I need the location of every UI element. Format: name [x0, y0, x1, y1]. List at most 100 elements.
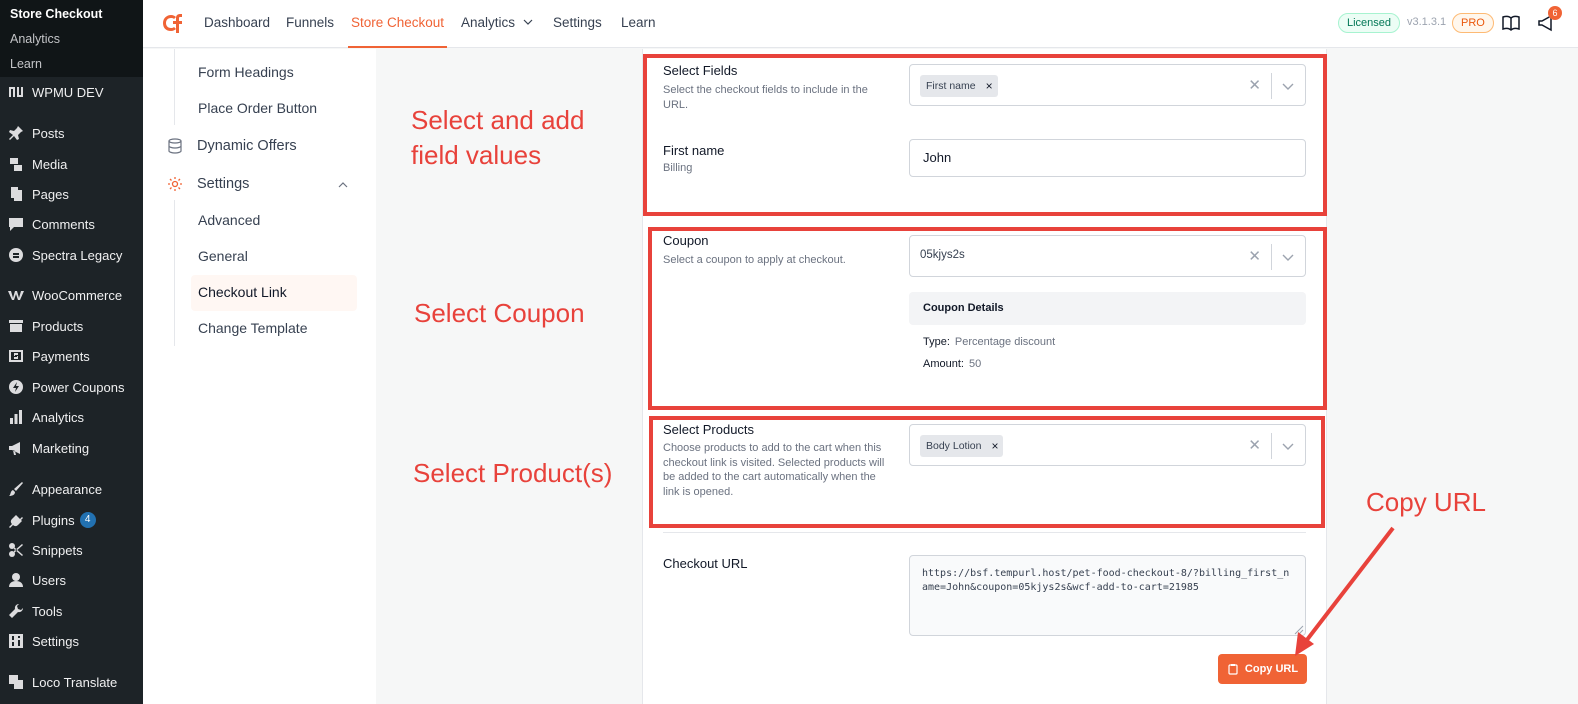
sidebar-item-settings[interactable]: Settings: [0, 627, 143, 655]
database-icon: [168, 138, 182, 154]
sidebar-item-payments[interactable]: Payments: [0, 342, 143, 370]
menu-settings-label: Settings: [197, 176, 250, 192]
menu-advanced[interactable]: Advanced: [198, 212, 260, 228]
archive-icon: [8, 318, 24, 334]
sidebar-item-label: Tools: [32, 603, 63, 619]
menu-tree-line: [174, 49, 175, 125]
annotation-box-fields: [643, 54, 1327, 216]
sidebar-item-snippets[interactable]: Snippets: [0, 536, 143, 564]
annotation-select-coupon: Select Coupon: [414, 298, 585, 328]
nav-analytics[interactable]: Analytics: [461, 0, 533, 48]
sidebar-item-label: Marketing: [32, 440, 90, 456]
copy-url-label: Copy URL: [1244, 663, 1299, 675]
sidebar-item-label: Snippets: [32, 542, 83, 558]
menu-settings[interactable]: Settings: [167, 176, 352, 192]
bar-chart-icon: [8, 409, 24, 425]
pro-badge: PRO: [1452, 13, 1494, 33]
chevron-down-icon: [523, 19, 533, 25]
licensed-badge: Licensed: [1338, 13, 1401, 33]
sidebar-item-label: Analytics: [32, 409, 85, 425]
nav-store-checkout[interactable]: Store Checkout: [348, 0, 448, 48]
nav-learn[interactable]: Learn: [621, 0, 656, 48]
sidebar-item-pages[interactable]: Pages: [0, 180, 143, 208]
sidebar-item-users[interactable]: Users: [0, 566, 143, 594]
menu-place-order-button[interactable]: Place Order Button: [198, 100, 317, 116]
sidebar-item-spectra[interactable]: Spectra Legacy: [0, 241, 143, 269]
sidebar-item-label: Users: [32, 572, 66, 588]
sidebar-item-label: Settings: [32, 633, 79, 649]
wp-admin-sidebar: Store Checkout Analytics Learn WPMU DEV …: [0, 0, 143, 704]
sidebar-item-appearance[interactable]: Appearance: [0, 475, 143, 503]
submenu-analytics[interactable]: Analytics: [0, 27, 143, 52]
nav-settings[interactable]: Settings: [553, 0, 602, 48]
annotation-select-fields: Select and add field values: [411, 105, 585, 170]
annotation-box-coupon: [648, 227, 1327, 410]
menu-change-template[interactable]: Change Template: [198, 320, 307, 336]
sidebar-item-tools[interactable]: Tools: [0, 597, 143, 625]
brush-icon: [8, 481, 24, 497]
plugins-update-badge: 4: [79, 512, 96, 528]
chevron-up-icon: [338, 182, 348, 188]
copy-url-button[interactable]: Copy URL: [1218, 654, 1307, 684]
megaphone-icon: [8, 440, 24, 456]
menu-form-headings[interactable]: Form Headings: [198, 64, 294, 80]
sidebar-item-label: Products: [32, 318, 84, 334]
wp-submenu: Store Checkout Analytics Learn: [0, 0, 143, 77]
wpmudev-icon: [8, 84, 24, 100]
sidebar-item-label: Comments: [32, 216, 95, 232]
sidebar-item-label: Payments: [32, 348, 90, 364]
plug-icon: [8, 512, 24, 528]
sidebar-item-label: WooCommerce: [32, 287, 123, 303]
sidebar-item-label: Power Coupons: [32, 379, 125, 395]
resize-handle-icon[interactable]: [1294, 625, 1304, 635]
annotation-select-products: Select Product(s): [413, 458, 613, 488]
checkout-url-textarea[interactable]: https://bsf.tempurl.host/pet-food-checko…: [909, 555, 1306, 636]
sidebar-item-marketing[interactable]: Marketing: [0, 434, 143, 462]
menu-dynamic-offers[interactable]: Dynamic Offers: [167, 138, 297, 154]
section-divider: [663, 532, 1306, 533]
spectra-icon: [8, 247, 24, 263]
sidebar-item-loco-translate[interactable]: Loco Translate: [0, 668, 143, 696]
sidebar-item-analytics[interactable]: Analytics: [0, 403, 143, 431]
sidebar-item-products[interactable]: Products: [0, 312, 143, 340]
media-icon: [8, 156, 24, 172]
sidebar-item-label: Pages: [32, 186, 69, 202]
menu-tree-line: [174, 200, 175, 346]
notification-badge: 6: [1548, 6, 1562, 20]
sidebar-item-wpmudev[interactable]: WPMU DEV: [0, 78, 143, 106]
sidebar-item-posts[interactable]: Posts: [0, 119, 143, 147]
nav-dashboard[interactable]: Dashboard: [204, 0, 270, 48]
bolt-icon: [8, 379, 24, 395]
submenu-learn[interactable]: Learn: [0, 52, 143, 77]
comment-icon: [8, 216, 24, 232]
sidebar-item-label: Spectra Legacy: [32, 247, 123, 263]
payments-icon: [8, 348, 24, 364]
book-icon[interactable]: [1502, 14, 1520, 32]
sidebar-item-plugins[interactable]: Plugins 4: [0, 506, 143, 534]
user-icon: [8, 572, 24, 588]
clipboard-icon: [1228, 664, 1238, 675]
submenu-store-checkout[interactable]: Store Checkout: [0, 2, 143, 27]
sidebar-item-comments[interactable]: Comments: [0, 210, 143, 238]
checkout-url-label: Checkout URL: [663, 556, 748, 571]
annotation-box-products: [649, 416, 1325, 528]
menu-dynamic-offers-label: Dynamic Offers: [197, 138, 297, 154]
menu-checkout-link[interactable]: Checkout Link: [198, 284, 287, 300]
sidebar-item-power-coupons[interactable]: Power Coupons: [0, 373, 143, 401]
gear-icon: [168, 177, 182, 191]
sidebar-item-media[interactable]: Media: [0, 150, 143, 178]
nav-funnels[interactable]: Funnels: [286, 0, 334, 48]
cartflows-logo-icon[interactable]: [157, 11, 183, 37]
annotation-copy-url: Copy URL: [1366, 487, 1486, 517]
translate-icon: [8, 674, 24, 690]
nav-analytics-label: Analytics: [461, 15, 516, 30]
plugin-topbar: Dashboard Funnels Store Checkout Analyti…: [143, 0, 1578, 48]
sliders-icon: [8, 633, 24, 649]
version-label: v3.1.3.1: [1407, 16, 1447, 28]
settings-menu: Form Headings Place Order Button Dynamic…: [143, 49, 376, 704]
sidebar-item-woocommerce[interactable]: WooCommerce: [0, 281, 143, 309]
menu-general[interactable]: General: [198, 248, 248, 264]
wrench-icon: [8, 603, 24, 619]
sidebar-item-label: Appearance: [32, 481, 103, 497]
sidebar-item-label: Plugins: [32, 512, 75, 528]
